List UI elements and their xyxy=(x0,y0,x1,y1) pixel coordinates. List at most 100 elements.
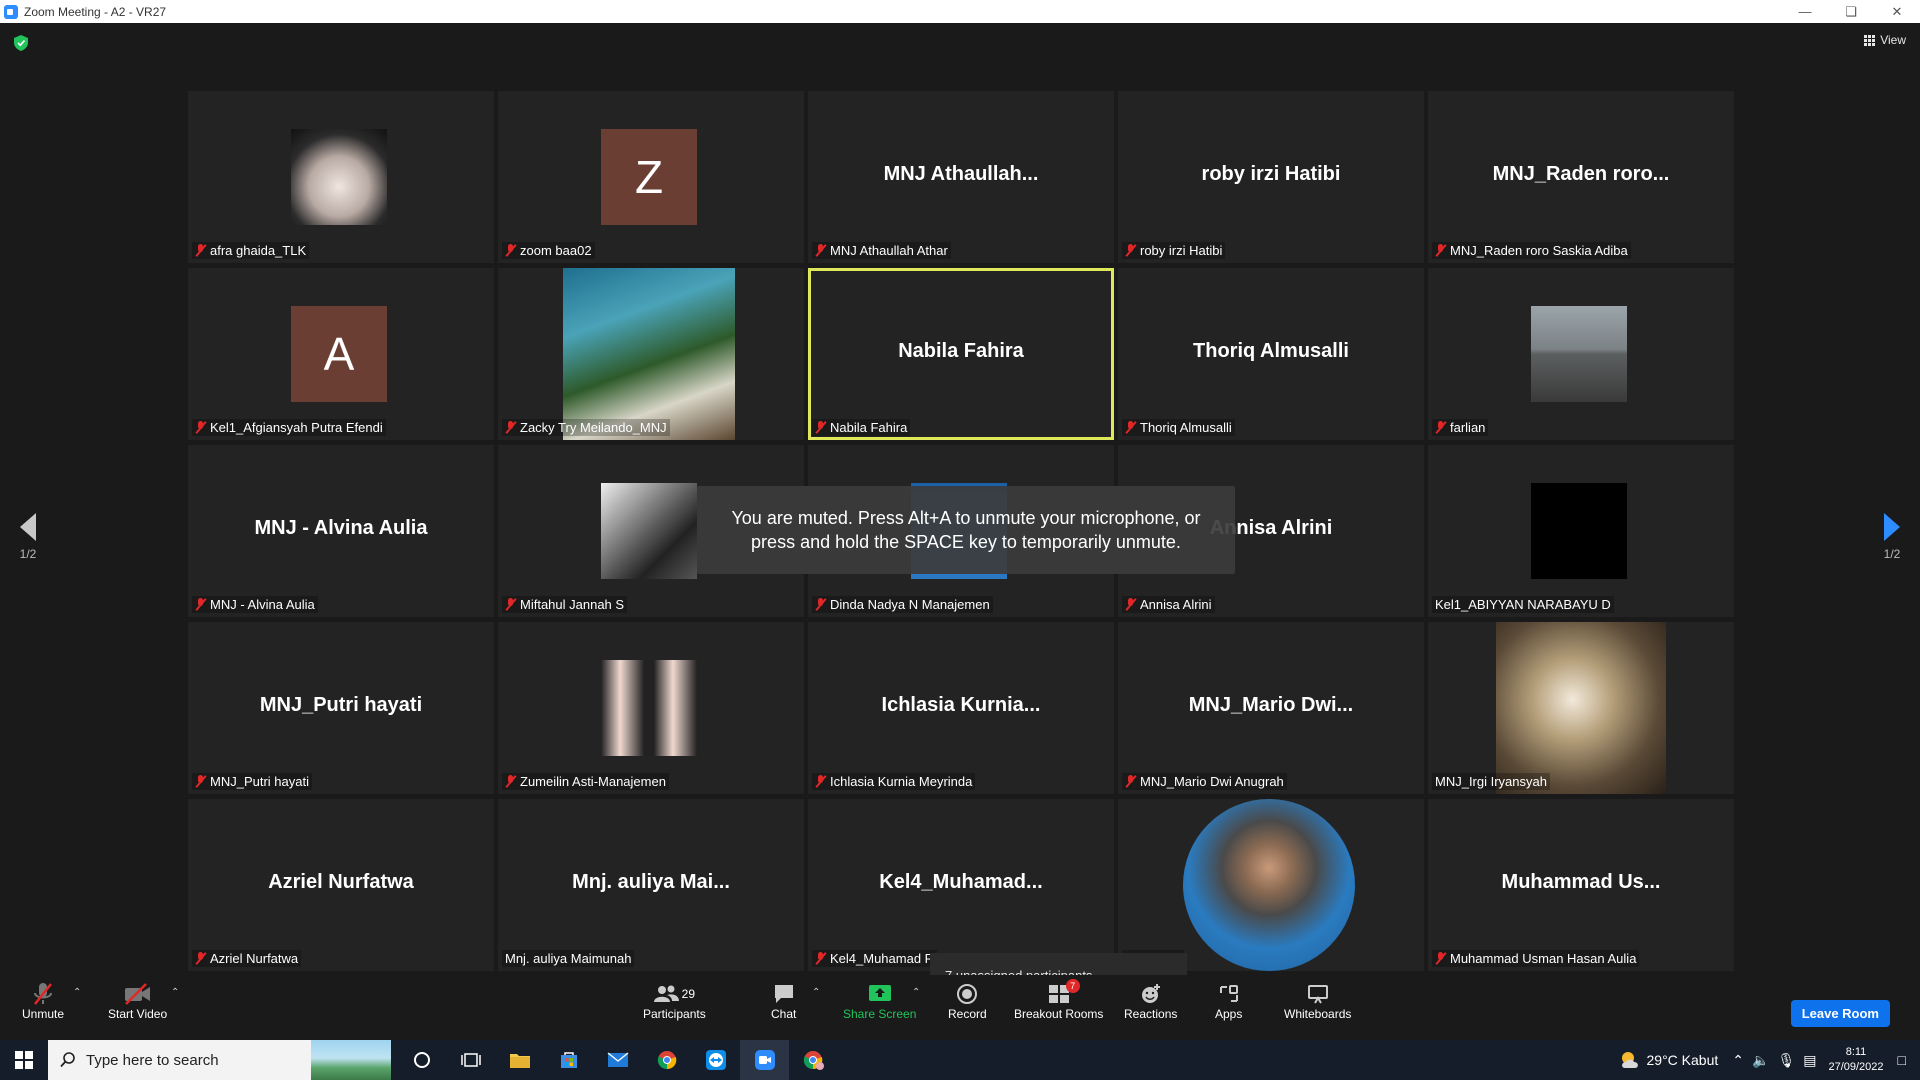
avatar-letter: A xyxy=(291,306,387,402)
mic-muted-icon xyxy=(815,421,826,434)
participant-video xyxy=(1496,622,1666,794)
weather-text[interactable]: 29°C Kabut xyxy=(1647,1052,1719,1068)
mic-muted-icon xyxy=(1435,244,1446,257)
taskbar-pinned-apps xyxy=(397,1040,838,1080)
participant-name-label: Mnj. auliya Maimunah xyxy=(502,950,635,967)
next-page-button[interactable]: 1/2 xyxy=(1872,513,1912,561)
minimize-button[interactable]: — xyxy=(1782,0,1828,23)
participant-tile[interactable]: MNJ - Alvina Aulia MNJ - Alvina Aulia xyxy=(188,445,494,617)
participant-tile[interactable]: MNJ_Mario Dwi... MNJ_Mario Dwi Anugrah xyxy=(1118,622,1424,794)
participant-tile[interactable]: Ichlasia Kurnia... Ichlasia Kurnia Meyrin… xyxy=(808,622,1114,794)
cortana-icon[interactable] xyxy=(397,1040,446,1080)
participant-tile[interactable]: MNJ_Irgi Iryansyah xyxy=(1428,622,1734,794)
breakout-rooms-button[interactable]: 7 Breakout Rooms xyxy=(1014,979,1104,1021)
share-options-caret-icon[interactable]: ⌃ xyxy=(912,987,920,998)
grid-view-icon xyxy=(1864,34,1876,46)
chat-options-caret-icon[interactable]: ⌃ xyxy=(812,987,820,998)
participant-name-label: MNJ Athaullah Athar xyxy=(812,242,951,259)
video-options-caret-icon[interactable]: ⌃ xyxy=(171,987,179,998)
participant-tile[interactable]: MNJ Athaullah... MNJ Athaullah Athar xyxy=(808,91,1114,263)
participant-tile[interactable]: Zacky Try Meilando_MNJ xyxy=(498,268,804,440)
participant-tile[interactable]: Zumeilin Asti-Manajemen xyxy=(498,622,804,794)
participant-tile[interactable]: Mnj. auliya Mai... Mnj. auliya Maimunah xyxy=(498,799,804,971)
participant-tile[interactable]: A Kel1_Afgiansyah Putra Efendi xyxy=(188,268,494,440)
chrome-profile-icon[interactable] xyxy=(789,1040,838,1080)
zoom-taskbar-icon[interactable] xyxy=(740,1040,789,1080)
participant-name: Mnj. auliya Maimunah xyxy=(505,951,632,966)
participant-name: Azriel Nurfatwa xyxy=(210,951,299,966)
teamviewer-icon[interactable] xyxy=(691,1040,740,1080)
participant-name: Kel1_Afgiansyah Putra Efendi xyxy=(210,420,383,435)
reactions-button[interactable]: Reactions xyxy=(1124,981,1177,1021)
apps-button[interactable]: Apps xyxy=(1215,981,1242,1021)
participant-tile[interactable]: MNJ_Raden roro... MNJ_Raden roro Saskia A… xyxy=(1428,91,1734,263)
task-view-icon[interactable] xyxy=(446,1040,495,1080)
participants-button[interactable]: 29 Participants xyxy=(643,981,706,1021)
participant-tile[interactable]: roby irzi Hatibi roby irzi Hatibi xyxy=(1118,91,1424,263)
clock-time: 8:11 xyxy=(1845,1046,1867,1058)
participant-tile[interactable]: Azriel Nurfatwa Azriel Nurfatwa xyxy=(188,799,494,971)
page-indicator-left: 1/2 xyxy=(19,547,37,561)
participant-video xyxy=(291,129,387,225)
participant-tile[interactable]: farlian xyxy=(1428,268,1734,440)
participant-tile[interactable]: Zzoom baa02 xyxy=(498,91,804,263)
network-icon[interactable]: ▤ xyxy=(1803,1052,1816,1069)
record-button[interactable]: Record xyxy=(948,981,987,1021)
participant-name-label: Dinda Nadya N Manajemen xyxy=(812,596,993,613)
audio-options-caret-icon[interactable]: ⌃ xyxy=(73,987,81,998)
participant-name-label: roby irzi Hatibi xyxy=(1122,242,1226,259)
participant-tile[interactable]: Thoriq Almusalli Thoriq Almusalli xyxy=(1118,268,1424,440)
participant-tile[interactable]: Kel4_Muhamad... Kel4_Muhamad R xyxy=(808,799,1114,971)
chevron-up-icon[interactable]: ⌃ xyxy=(1732,1052,1744,1069)
participant-tile[interactable]: Muhammad Us... Muhammad Usman Hasan Aulia xyxy=(1428,799,1734,971)
file-explorer-icon[interactable] xyxy=(495,1040,544,1080)
mic-muted-icon xyxy=(195,598,206,611)
participant-name-label: MNJ_Irgi Iryansyah xyxy=(1432,773,1550,790)
participant-tile[interactable]: i Rahman xyxy=(1118,799,1424,971)
meeting-toolbar: Unmute ⌃ Start Video ⌃ 29 Participants C… xyxy=(0,975,1920,1040)
close-button[interactable]: ✕ xyxy=(1874,0,1920,23)
search-highlight-image xyxy=(311,1040,391,1080)
notification-center-icon[interactable]: □ xyxy=(1898,1052,1906,1068)
start-button[interactable] xyxy=(0,1040,48,1080)
chat-label: Chat xyxy=(771,1007,797,1021)
microsoft-store-icon[interactable] xyxy=(544,1040,593,1080)
clock[interactable]: 8:11 27/09/2022 xyxy=(1828,1045,1883,1075)
chrome-icon[interactable] xyxy=(642,1040,691,1080)
participant-tile[interactable]: Kel1_ABIYYAN NARABAYU D xyxy=(1428,445,1734,617)
unmute-button[interactable]: Unmute xyxy=(22,981,64,1021)
start-video-button[interactable]: Start Video xyxy=(108,981,167,1021)
view-button[interactable]: View xyxy=(1864,33,1906,47)
participant-tile[interactable]: Nabila Fahira Nabila Fahira xyxy=(808,268,1114,440)
mic-muted-icon xyxy=(815,952,826,965)
taskbar-search[interactable]: Type here to search xyxy=(48,1040,391,1080)
whiteboards-button[interactable]: Whiteboards xyxy=(1284,981,1351,1021)
mail-icon[interactable] xyxy=(593,1040,642,1080)
participant-tile[interactable]: MNJ_Putri hayati MNJ_Putri hayati xyxy=(188,622,494,794)
participant-name-label: Azriel Nurfatwa xyxy=(192,950,302,967)
participant-name-label: afra ghaida_TLK xyxy=(192,242,310,259)
leave-room-button[interactable]: Leave Room xyxy=(1790,1000,1890,1027)
participants-label: Participants xyxy=(643,1007,706,1021)
participant-name: Ichlasia Kurnia Meyrinda xyxy=(830,774,973,789)
record-icon xyxy=(957,984,978,1004)
security-shield-icon[interactable] xyxy=(14,35,28,51)
breakout-rooms-label: Breakout Rooms xyxy=(1014,1007,1104,1021)
previous-page-button[interactable]: 1/2 xyxy=(8,513,48,561)
participant-display-name: MNJ Athaullah... xyxy=(883,163,1039,185)
mic-muted-icon xyxy=(505,775,516,788)
participant-name: Thoriq Almusalli xyxy=(1140,420,1232,435)
participant-name-label: Kel4_Muhamad R xyxy=(812,950,938,967)
search-icon xyxy=(60,1052,75,1068)
microphone-tray-icon[interactable]: 🎙 xyxy=(1777,1052,1795,1069)
title-bar: Zoom Meeting - A2 - VR27 — ❏ ✕ xyxy=(0,0,1920,23)
participant-name: Annisa Alrini xyxy=(1140,597,1212,612)
mic-muted-icon xyxy=(1125,244,1136,257)
share-screen-button[interactable]: Share Screen xyxy=(843,981,916,1021)
participant-tile[interactable]: afra ghaida_TLK xyxy=(188,91,494,263)
video-off-icon xyxy=(124,983,150,1005)
participant-name-label: Muhammad Usman Hasan Aulia xyxy=(1432,950,1640,967)
speaker-icon[interactable]: 🔈 xyxy=(1752,1052,1769,1069)
restore-button[interactable]: ❏ xyxy=(1828,0,1874,23)
chat-button[interactable]: Chat xyxy=(771,981,796,1021)
